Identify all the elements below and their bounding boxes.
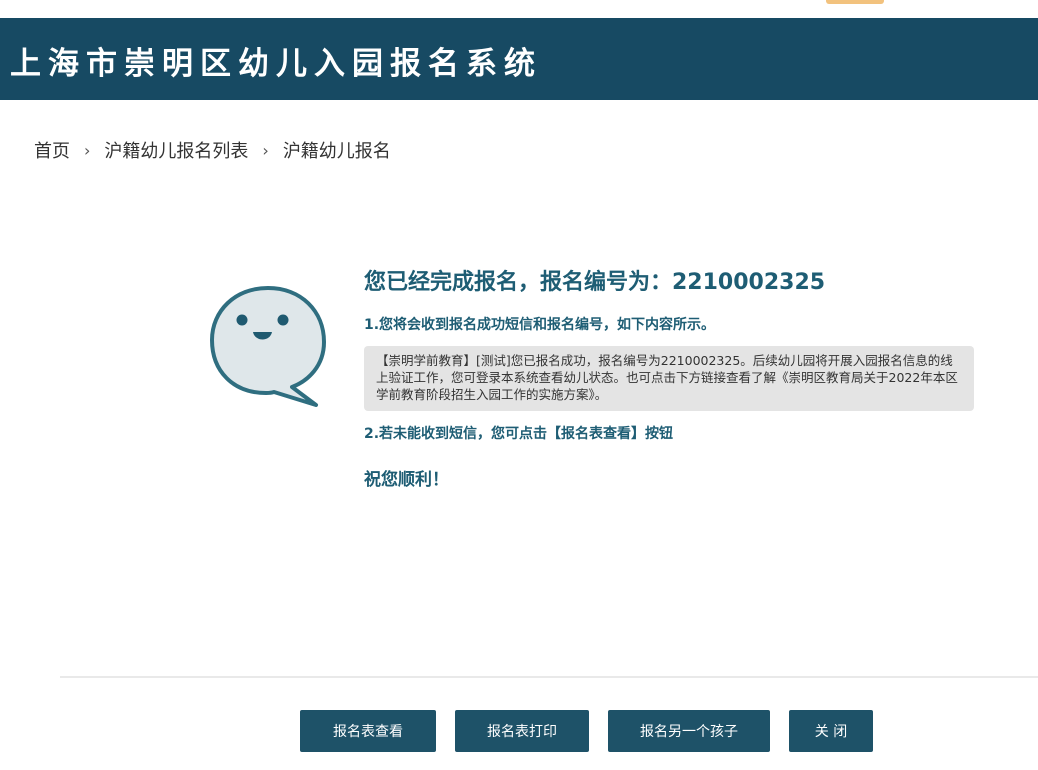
breadcrumb-separator: › bbox=[84, 140, 91, 160]
instruction-step-1: 1.您将会收到报名成功短信和报名编号，如下内容所示。 bbox=[364, 317, 716, 333]
confirmation-message: 您已经完成报名，报名编号为：2210002325 1.您将会收到报名成功短信和报… bbox=[364, 266, 974, 490]
sms-preview-box: 【崇明学前教育】[测试]您已报名成功，报名编号为2210002325。后续幼儿园… bbox=[364, 346, 974, 411]
breadcrumb-home[interactable]: 首页 bbox=[34, 137, 70, 163]
top-strip bbox=[0, 0, 1038, 18]
smiling-speech-bubble-icon bbox=[210, 286, 326, 407]
good-wishes: 祝您顺利！ bbox=[364, 470, 449, 490]
sms-preview-text: 【崇明学前教育】[测试]您已报名成功，报名编号为2210002325。后续幼儿园… bbox=[376, 353, 958, 402]
app-header: 上海市崇明区幼儿入园报名系统 bbox=[0, 18, 1038, 100]
confirmation-title: 您已经完成报名，报名编号为：2210002325 bbox=[364, 270, 826, 295]
view-form-button[interactable]: 报名表查看 bbox=[300, 710, 436, 752]
breadcrumb: 首页 › 沪籍幼儿报名列表 › 沪籍幼儿报名 bbox=[34, 137, 391, 163]
app-title: 上海市崇明区幼儿入园报名系统 bbox=[10, 46, 542, 82]
instruction-step-2: 2.若未能收到短信，您可点击【报名表查看】按钮 bbox=[364, 426, 674, 442]
breadcrumb-registration-list[interactable]: 沪籍幼儿报名列表 bbox=[104, 137, 248, 163]
breadcrumb-current-page: 沪籍幼儿报名 bbox=[282, 141, 391, 162]
action-buttons: 报名表查看 报名表打印 报名另一个孩子 关 闭 bbox=[300, 710, 873, 752]
divider bbox=[60, 676, 1038, 678]
close-button[interactable]: 关 闭 bbox=[789, 710, 873, 752]
register-another-child-button[interactable]: 报名另一个孩子 bbox=[608, 710, 770, 752]
print-form-button[interactable]: 报名表打印 bbox=[455, 710, 589, 752]
top-accent-mark bbox=[826, 0, 884, 4]
breadcrumb-separator: › bbox=[262, 140, 269, 160]
